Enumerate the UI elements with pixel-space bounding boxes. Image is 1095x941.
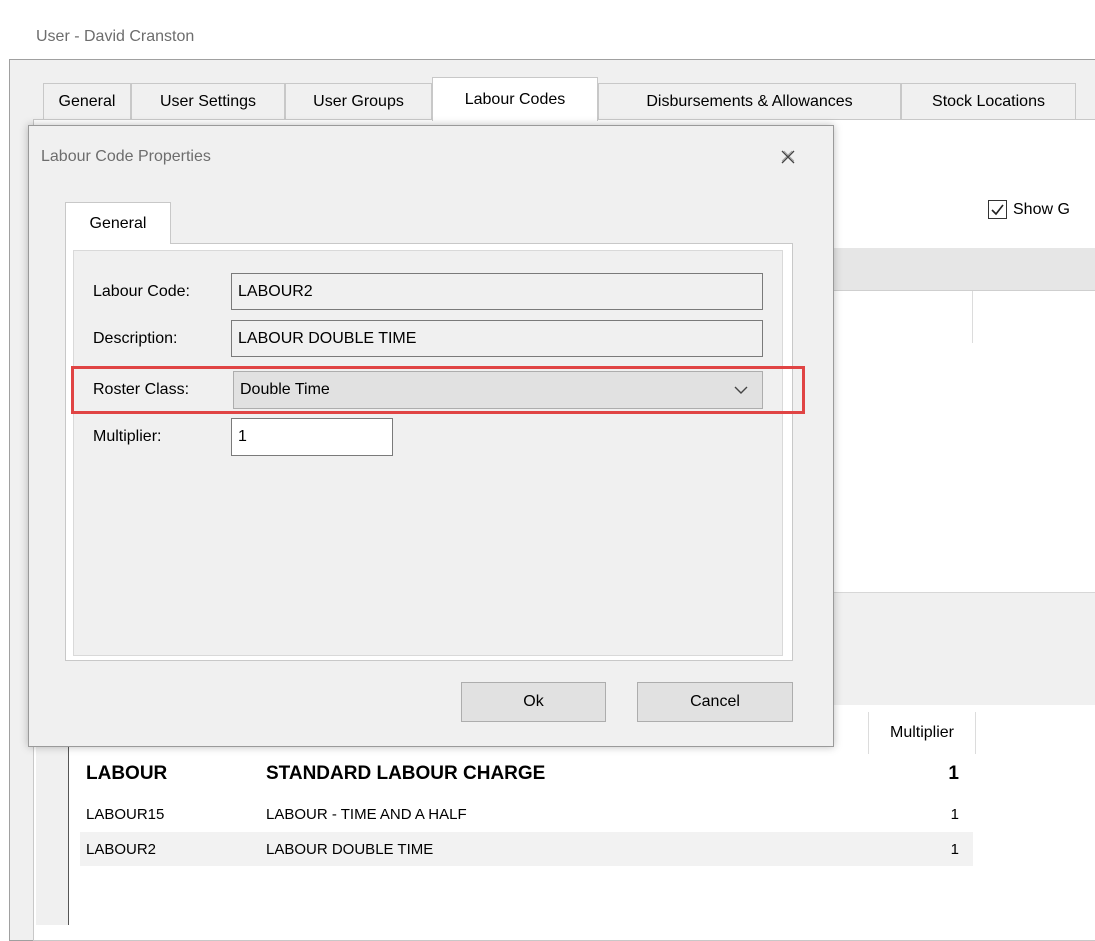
tab-user-settings[interactable]: User Settings [131,83,285,119]
roster-class-highlight [71,366,805,414]
description-label: Description: [93,330,178,347]
show-checkbox-label: Show G [1013,200,1070,218]
labour-code-properties-dialog: Labour Code Properties General Labour Co… [28,125,834,747]
cell-code: LABOUR15 [86,805,165,823]
dialog-title: Labour Code Properties [41,148,211,165]
description-field[interactable]: LABOUR DOUBLE TIME [231,320,763,357]
multiplier-input[interactable]: 1 [231,418,393,456]
grid-header-bar [820,248,1095,291]
tab-labour-codes[interactable]: Labour Codes [432,77,598,121]
labour-code-label: Labour Code: [93,283,190,300]
table-row[interactable]: LABOUR STANDARD LABOUR CHARGE 1 [80,757,973,791]
dialog-field-group [73,250,783,656]
tab-user-groups[interactable]: User Groups [285,83,432,119]
window-title: User - David Cranston [36,28,195,45]
tab-disbursements-allowances[interactable]: Disbursements & Allowances [598,83,901,119]
checkbox-checked-icon[interactable] [988,200,1007,219]
table-row[interactable]: LABOUR15 LABOUR - TIME AND A HALF 1 [80,797,973,831]
cell-description: LABOUR DOUBLE TIME [266,840,434,858]
cell-description: STANDARD LABOUR CHARGE [266,763,546,784]
cell-multiplier: 1 [950,840,959,858]
labour-code-field[interactable]: LABOUR2 [231,273,763,310]
grid-column-separator [972,291,973,343]
cancel-button[interactable]: Cancel [637,682,793,722]
show-checkbox-group[interactable]: Show G [988,200,1070,219]
cell-code: LABOUR2 [86,840,157,858]
multiplier-label: Multiplier: [93,428,162,445]
cell-description: LABOUR - TIME AND A HALF [266,805,467,823]
lower-panel [820,592,1095,708]
column-header-multiplier[interactable]: Multiplier [868,712,976,754]
close-icon[interactable] [777,146,799,168]
cell-multiplier: 1 [950,805,959,823]
table-row[interactable]: LABOUR2 LABOUR DOUBLE TIME 1 [80,832,973,866]
cell-code: LABOUR [86,763,168,784]
cell-multiplier: 1 [948,763,959,784]
tab-general[interactable]: General [43,83,131,119]
tab-stock-locations[interactable]: Stock Locations [901,83,1076,119]
ok-button[interactable]: Ok [461,682,606,722]
tab-general-dialog[interactable]: General [65,202,171,244]
